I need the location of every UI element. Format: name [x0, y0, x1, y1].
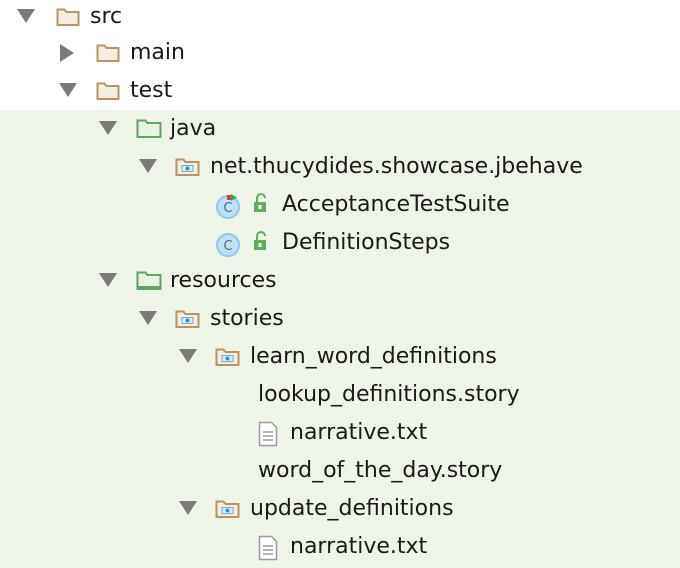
tree-label-narrative-txt: narrative.txt [290, 534, 428, 559]
tree-label-package: net.thucydides.showcase.jbehave [210, 154, 583, 179]
tree-label-acceptance-test-suite: AcceptanceTestSuite [282, 192, 510, 217]
tree-row-acceptance-test-suite[interactable]: C AcceptanceTestSuite [0, 186, 680, 224]
tree-row-update-definitions[interactable]: update_definitions [0, 490, 680, 528]
collapse-arrow-icon[interactable] [56, 34, 80, 72]
tree-label-word-of-the-day-story: word_of_the_day.story [258, 458, 503, 483]
svg-text:C: C [223, 239, 232, 254]
expand-arrow-icon[interactable] [56, 72, 80, 110]
tree-row-src[interactable]: src [0, 0, 680, 36]
tree-row-stories[interactable]: stories [0, 300, 680, 338]
tree-row-java[interactable]: java [0, 110, 680, 148]
expand-arrow-icon[interactable] [96, 262, 120, 300]
tree-label-narrative-txt: narrative.txt [290, 420, 428, 445]
expand-arrow-icon[interactable] [136, 148, 160, 186]
tree-row-test[interactable]: test [0, 72, 680, 110]
tree-label-java: java [170, 116, 217, 141]
tree-label-test: test [130, 78, 173, 103]
tree-row-narrative-txt[interactable]: narrative.txt [0, 528, 680, 566]
tree-row-package[interactable]: net.thucydides.showcase.jbehave [0, 148, 680, 186]
expand-arrow-icon[interactable] [176, 490, 200, 528]
expand-arrow-icon[interactable] [176, 338, 200, 376]
tree-row-narrative-txt[interactable]: narrative.txt [0, 414, 680, 452]
expand-arrow-icon[interactable] [14, 0, 38, 36]
tree-label-learn-word-definitions: learn_word_definitions [250, 344, 497, 369]
tree-row-definition-steps[interactable]: C DefinitionSteps [0, 224, 680, 262]
tree-label-update-definitions: update_definitions [250, 496, 454, 521]
tree-label-main: main [130, 40, 185, 65]
tree-row-main[interactable]: main [0, 34, 680, 72]
tree-row-resources[interactable]: resources [0, 262, 680, 300]
tree-label-stories: stories [210, 306, 284, 331]
svg-text:C: C [223, 201, 232, 216]
tree-label-definition-steps: DefinitionSteps [282, 230, 451, 255]
tree-row-learn-word-definitions[interactable]: learn_word_definitions [0, 338, 680, 376]
tree-row-lookup-definitions-story[interactable]: lookup_definitions.story [0, 376, 680, 414]
tree-row-word-of-the-day-story[interactable]: word_of_the_day.story [0, 452, 680, 490]
project-tree: src main test java net.thucydides.showca… [0, 0, 680, 568]
tree-label-src: src [90, 4, 123, 29]
expand-arrow-icon[interactable] [136, 300, 160, 338]
tree-label-resources: resources [170, 268, 277, 293]
expand-arrow-icon[interactable] [96, 110, 120, 148]
tree-label-lookup-definitions-story: lookup_definitions.story [258, 382, 520, 407]
